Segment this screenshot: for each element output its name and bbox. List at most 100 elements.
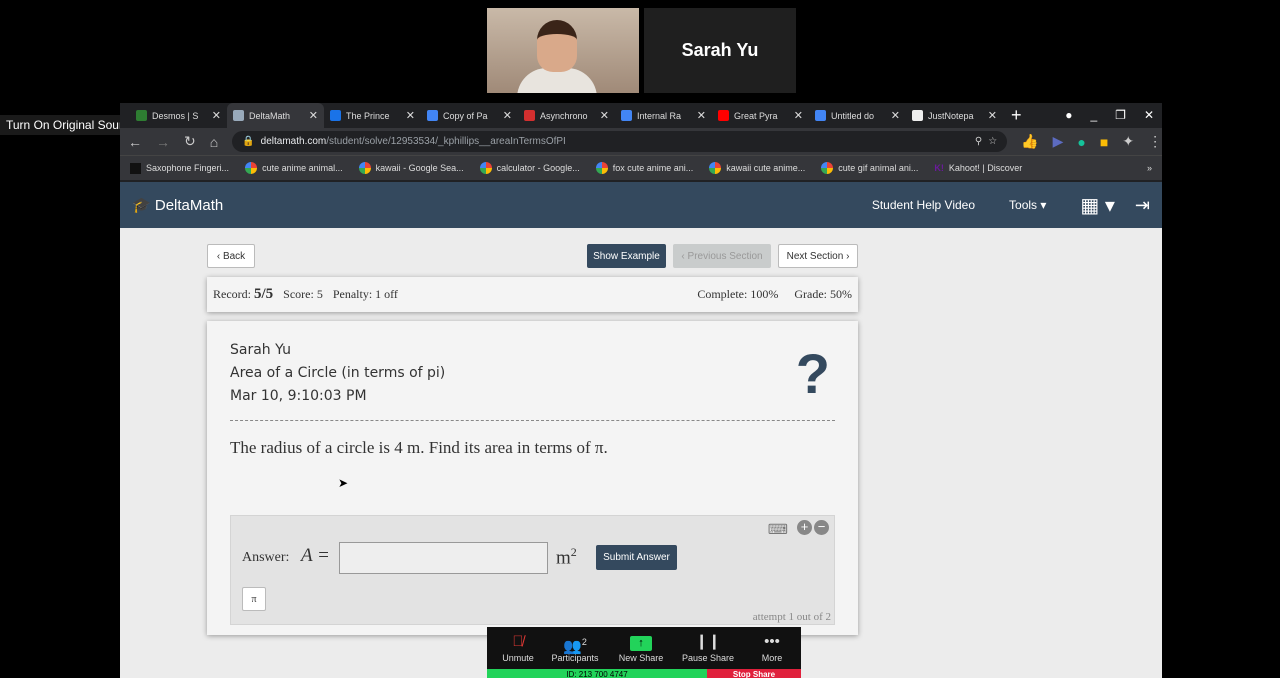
back-button[interactable]: ‹ Back <box>207 244 255 268</box>
show-example-button[interactable]: Show Example <box>587 244 666 268</box>
logout-icon[interactable]: ⇥ <box>1135 195 1150 216</box>
submit-answer-button[interactable]: Submit Answer <box>596 545 677 570</box>
answer-area: ⌨ + − Answer: A = m2 Submit Answer π att… <box>230 515 835 625</box>
tab-favicon-icon <box>621 110 632 121</box>
original-sound-label: Turn On Original Sound <box>6 118 133 132</box>
extension-play-icon[interactable]: ▶ <box>1053 133 1064 150</box>
back-icon[interactable]: ← <box>128 134 142 150</box>
menu-icon[interactable]: ⋮ <box>1148 133 1162 150</box>
minimize-icon[interactable]: _ <box>1090 108 1097 122</box>
tab-title: Desmos | S <box>152 110 199 121</box>
tab-2[interactable]: The Prince ✕ <box>324 103 421 128</box>
tab-close-icon[interactable]: ✕ <box>406 109 415 122</box>
bookmark-6[interactable]: cute gif animal ani... <box>821 162 918 174</box>
bookmark-4[interactable]: fox cute anime ani... <box>595 162 693 174</box>
participant-video <box>487 8 639 93</box>
grammarly-icon[interactable]: ● <box>1077 134 1085 150</box>
zoom-out-icon[interactable]: − <box>814 520 829 535</box>
star-icon[interactable]: ☆ <box>988 136 997 147</box>
tab-1[interactable]: DeltaMath ✕ <box>227 103 324 128</box>
divider <box>230 420 835 421</box>
tab-0[interactable]: Desmos | S ✕ <box>130 103 227 128</box>
bookmark-5[interactable]: kawaii cute anime... <box>709 162 805 174</box>
previous-section-button[interactable]: ‹ Previous Section <box>673 244 771 268</box>
tab-close-icon[interactable]: ✕ <box>697 109 706 122</box>
google-icon <box>358 162 371 174</box>
bookmark-3[interactable]: calculator - Google... <box>479 162 580 174</box>
bookmark-0[interactable]: Saxophone Fingeri... <box>130 162 230 174</box>
tab-close-icon[interactable]: ✕ <box>503 109 512 122</box>
bookmark-label: Kahoot! | Discover <box>948 163 1023 173</box>
tab-5[interactable]: Internal Ra ✕ <box>615 103 712 128</box>
tab-6[interactable]: Great Pyra ✕ <box>712 103 809 128</box>
tab-close-icon[interactable]: ✕ <box>600 109 609 122</box>
keyboard-icon[interactable]: ⌨ <box>768 521 788 538</box>
answer-input[interactable] <box>339 542 548 574</box>
tab-close-icon[interactable]: ✕ <box>309 109 318 122</box>
bookmark-label: cute gif animal ani... <box>838 163 919 173</box>
tab-favicon-icon <box>815 110 826 121</box>
unit-base: m <box>556 547 571 569</box>
help-question-icon[interactable]: ? <box>796 341 830 406</box>
close-window-icon[interactable]: ✕ <box>1144 108 1154 122</box>
forward-icon[interactable]: → <box>156 134 170 150</box>
tab-4[interactable]: Asynchrono ✕ <box>518 103 615 128</box>
reload-icon[interactable]: ↻ <box>184 133 196 150</box>
tab-8[interactable]: JustNotepa ✕ <box>906 103 1003 128</box>
location-icon[interactable]: ⚲ <box>975 136 982 147</box>
extension-thumb-icon[interactable]: 👍 <box>1021 133 1038 150</box>
tab-close-icon[interactable]: ✕ <box>212 109 221 122</box>
bookmark-label: kawaii cute anime... <box>726 163 806 173</box>
tab-close-icon[interactable]: ✕ <box>891 109 900 122</box>
toolbar: ← → ↻ ⌂ 🔒 deltamath.com/student/solve/129535… <box>120 128 1162 155</box>
participants-icon: 👥2 <box>563 637 587 655</box>
url-domain: deltamath.com <box>260 136 327 147</box>
calculator-icon[interactable]: ▦ ▾ <box>1080 193 1115 218</box>
address-bar[interactable]: 🔒 deltamath.com/student/solve/12953534/_k… <box>232 131 1008 152</box>
unit-exponent: 2 <box>570 545 577 559</box>
more-button[interactable]: ••• More <box>741 631 803 663</box>
tab-title: Great Pyra <box>734 110 778 121</box>
stop-share-button[interactable]: Stop Share <box>707 669 801 678</box>
next-section-button[interactable]: Next Section › <box>778 244 858 268</box>
pi-button[interactable]: π <box>242 587 266 611</box>
home-icon[interactable]: ⌂ <box>210 134 218 150</box>
unmute-button[interactable]: 🎙̸ Unmute <box>487 631 549 663</box>
stats-bar: Record: 5/5 Score: 5 Penalty: 1 off Comp… <box>207 277 858 312</box>
zoom-in-icon[interactable]: + <box>797 520 812 535</box>
deltamath-logo[interactable]: 🎓 DeltaMath <box>132 196 872 214</box>
restore-icon[interactable]: ❐ <box>1115 108 1126 122</box>
browser-window: Desmos | S ✕ DeltaMath ✕ The Prince ✕ Copy of … <box>120 103 1162 678</box>
tab-title: DeltaMath <box>249 110 291 121</box>
profile-icon[interactable]: ● <box>1065 108 1072 122</box>
score: Score: 5 <box>283 287 323 301</box>
tools-menu[interactable]: Tools ▾ <box>1009 198 1046 212</box>
record-label: Record: <box>213 287 251 301</box>
new-share-button[interactable]: ↑ New Share <box>610 631 672 663</box>
tab-close-icon[interactable]: ✕ <box>794 109 803 122</box>
problem-title: Area of a Circle (in terms of pi) <box>230 365 446 381</box>
lock-icon: 🔒 <box>242 136 255 147</box>
participants-button[interactable]: 👥2 Participants <box>543 631 607 663</box>
student-help-link[interactable]: Student Help Video <box>872 198 975 212</box>
bookmark-label: Saxophone Fingeri... <box>146 163 230 173</box>
pause-share-label: Pause Share <box>681 653 735 663</box>
extensions-puzzle-icon[interactable]: ✦ <box>1122 133 1134 150</box>
pause-share-button[interactable]: ❙❙ Pause Share <box>676 631 740 663</box>
tab-title: JustNotepa <box>928 110 974 121</box>
more-label: More <box>761 653 783 663</box>
tab-7[interactable]: Untitled do ✕ <box>809 103 906 128</box>
bookmark-7[interactable]: K! Kahoot! | Discover <box>934 163 1022 173</box>
bookmark-1[interactable]: cute anime animal... <box>245 162 343 174</box>
attempt-counter: attempt 1 out of 2 <box>752 611 831 623</box>
tab-favicon-icon <box>330 110 341 121</box>
kahoot-icon: K! <box>934 163 944 173</box>
tab-3[interactable]: Copy of Pa ✕ <box>421 103 518 128</box>
new-tab-icon[interactable]: + <box>1011 105 1022 126</box>
participants-label: Participants <box>551 653 599 663</box>
bookmark-2[interactable]: kawaii - Google Sea... <box>358 162 464 174</box>
extension-icon[interactable]: ■ <box>1100 134 1108 150</box>
tab-close-icon[interactable]: ✕ <box>988 109 997 122</box>
zoom-toolbar: 🎙̸ Unmute 👥2 Participants ↑ New Share ❙❙ Pau… <box>487 627 801 678</box>
bookmarks-overflow-icon[interactable]: » <box>1147 163 1152 173</box>
